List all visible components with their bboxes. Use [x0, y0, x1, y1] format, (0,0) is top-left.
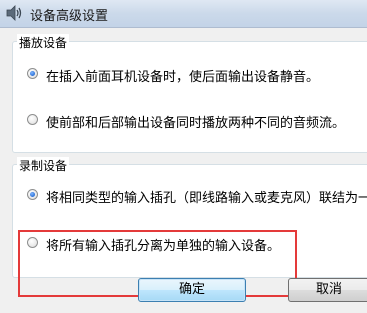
radio-join-jacks[interactable] — [27, 189, 38, 200]
ok-button[interactable]: 确定 — [138, 278, 246, 302]
playback-group: 播放设备 在插入前面耳机设备时，使后面输出设备静音。 使前部和后部输出设备同时播… — [12, 34, 367, 153]
title-bar[interactable]: 设备高级设置 — [0, 0, 367, 28]
playback-group-legend: 播放设备 — [17, 34, 70, 51]
label-mute-rear: 在插入前面耳机设备时，使后面输出设备静音。 — [46, 70, 320, 85]
radio-mute-rear[interactable] — [27, 68, 38, 79]
window-title: 设备高级设置 — [30, 9, 109, 24]
label-join-jacks: 将相同类型的输入插孔（即线路输入或麦克风）联结为一 — [46, 191, 367, 206]
cancel-button[interactable]: 取消 — [288, 278, 367, 302]
radio-dual-stream[interactable] — [27, 114, 38, 125]
label-dual-stream: 使前部和后部输出设备同时播放两种不同的音频流。 — [46, 116, 346, 131]
speaker-icon — [6, 5, 22, 21]
dialog-body: 播放设备 在插入前面耳机设备时，使后面输出设备静音。 使前部和后部输出设备同时播… — [0, 28, 367, 313]
record-group-legend: 录制设备 — [17, 157, 70, 174]
